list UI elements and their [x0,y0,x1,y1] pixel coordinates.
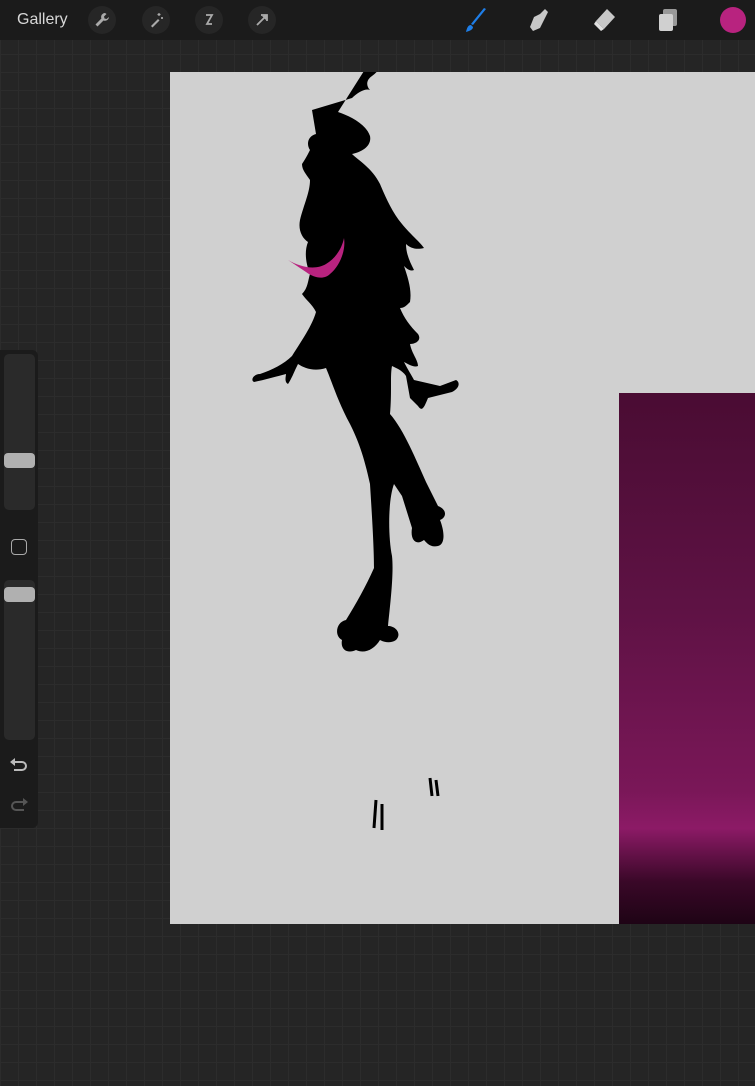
undo-icon[interactable] [9,756,29,774]
selection-icon[interactable] [195,6,223,34]
sidebar [0,350,38,828]
eraser-icon[interactable] [590,6,618,34]
brush-size-slider[interactable] [4,354,35,510]
modify-button-square-icon[interactable] [11,539,27,555]
actions-wrench-icon[interactable] [88,6,116,34]
adjustments-magic-wand-icon[interactable] [142,6,170,34]
transform-arrow-icon[interactable] [248,6,276,34]
brush-size-slider-thumb[interactable] [4,452,35,468]
smudge-icon[interactable] [525,6,553,34]
gallery-button[interactable]: Gallery [17,11,68,29]
redo-icon[interactable] [9,796,29,814]
color-picker-button[interactable] [720,7,746,33]
top-toolbar: Gallery [0,0,755,40]
layers-icon[interactable] [654,6,682,34]
opacity-slider[interactable] [4,580,35,740]
brush-icon[interactable] [461,6,489,34]
drawing-canvas[interactable] [170,72,755,924]
opacity-slider-thumb[interactable] [4,587,35,603]
character-silhouette [252,72,459,830]
